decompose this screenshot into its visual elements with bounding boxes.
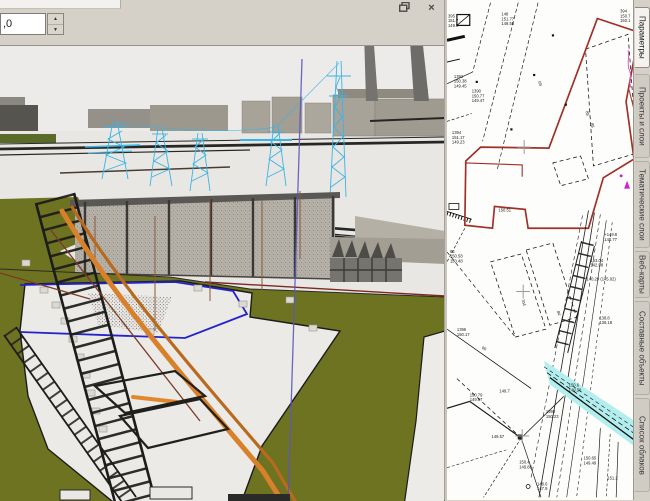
map-label: 149.58: [569, 387, 582, 392]
side-tab-3[interactable]: Веб-карты: [635, 251, 650, 298]
view3d-canvas[interactable]: [0, 45, 445, 501]
map-label: 150.48: [450, 258, 463, 263]
spinner-up-icon[interactable]: ▲: [48, 14, 63, 25]
side-tab-0[interactable]: Параметры: [635, 7, 650, 68]
map-pane: 395151.7149.5148151.77149.551392150.3814…: [447, 0, 633, 500]
map-label: 149.5: [448, 23, 459, 28]
map-label: 142.98: [590, 263, 603, 268]
side-tab-5[interactable]: Список облаков: [635, 398, 650, 492]
map-label: 149.88: [519, 464, 532, 469]
spinner-buttons: ▲ ▼: [47, 13, 64, 35]
map-label: 149.45: [454, 83, 467, 88]
close-icon: ×: [428, 2, 434, 14]
map-label: 151.2: [607, 476, 618, 481]
spinner-input[interactable]: [0, 13, 46, 35]
map-label: 149.67: [470, 397, 483, 402]
side-tab-2[interactable]: Тематические слои: [635, 161, 650, 248]
map-label: 149.7: [499, 388, 510, 393]
map-label: 149.47: [472, 98, 485, 103]
map-label: 150.1: [620, 18, 631, 23]
map-label: 149.23: [452, 140, 465, 145]
pane3d-toolbar: ▲ ▼ ×: [0, 0, 445, 46]
map-canvas[interactable]: 395151.7149.5148151.77149.551392150.3814…: [447, 0, 633, 500]
restore-icon: [399, 2, 410, 12]
map-label: 149.49: [584, 460, 597, 465]
restore-window-button[interactable]: [399, 2, 414, 15]
map-label: 140.29 (145.02): [586, 277, 616, 282]
map-label: 136.18: [599, 320, 612, 325]
map-label: 150.51: [498, 207, 511, 212]
map-label: 149.55: [501, 21, 514, 26]
side-tab-strip: Параметры Проекты и слои Тематические слои…: [633, 0, 650, 500]
side-tab-1[interactable]: Проекты и слои: [635, 74, 650, 158]
side-tab-4[interactable]: Составные объекты: [635, 301, 650, 395]
map-label: 147.9: [537, 486, 548, 491]
menu-strip: [0, 0, 121, 9]
map-label: 140.77: [604, 237, 617, 242]
viewport-3d-pane: ▲ ▼ ×: [0, 0, 445, 500]
map-label: 150.17: [457, 332, 470, 337]
map-label: 149.57: [492, 434, 505, 439]
spinner-down-icon[interactable]: ▼: [48, 25, 63, 35]
map-label: 150.23: [546, 414, 559, 419]
close-window-button[interactable]: ×: [424, 2, 439, 15]
scale-spinner: ▲ ▼: [0, 13, 68, 37]
